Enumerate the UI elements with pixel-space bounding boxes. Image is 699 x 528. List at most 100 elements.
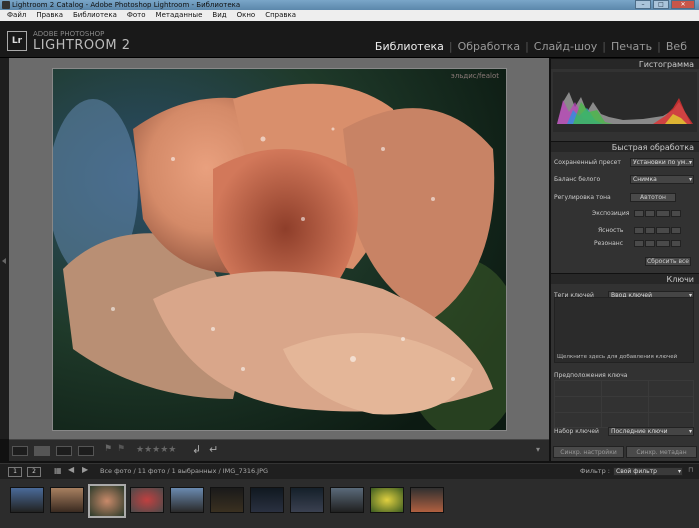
reject-flag-icon[interactable]: ⚑ xyxy=(117,444,125,454)
exposure-controls xyxy=(634,210,681,217)
rotate-left-icon[interactable]: ↲ xyxy=(192,443,201,456)
keyword-set-dropdown[interactable]: Последние ключи xyxy=(608,427,694,436)
rating-stars[interactable]: ★★★★★ xyxy=(136,445,176,455)
rotate-right-icon[interactable]: ↵ xyxy=(209,443,218,456)
grid-view-icon[interactable] xyxy=(12,446,28,456)
module-slideshow[interactable]: Слайд-шоу xyxy=(534,40,597,53)
histogram-graph xyxy=(557,92,693,124)
keyword-suggestions-grid[interactable] xyxy=(554,380,694,428)
module-web[interactable]: Веб xyxy=(666,40,687,53)
menu-file[interactable]: Файл xyxy=(2,10,31,21)
thumbnail[interactable] xyxy=(330,487,364,513)
module-print[interactable]: Печать xyxy=(611,40,652,53)
menu-photo[interactable]: Фото xyxy=(122,10,151,21)
saved-preset-dropdown[interactable]: Установки по ум... xyxy=(630,158,694,167)
filter-switch-icon[interactable]: ⊓ xyxy=(688,466,693,474)
survey-view-icon[interactable] xyxy=(78,446,94,456)
filmstrip-bar: 1 2 ▦ ◀ ▶ Все фото / 11 фото / 1 выбранн… xyxy=(0,463,699,479)
exposure-label: Экспозиция xyxy=(592,210,630,217)
keywording-header[interactable]: Ключи xyxy=(551,273,699,284)
secondary-window-button[interactable]: 2 xyxy=(27,467,41,477)
rose-image xyxy=(53,69,506,430)
histogram-header[interactable]: Гистограмма xyxy=(551,58,699,69)
maximize-button[interactable]: □ xyxy=(653,0,669,9)
window-title: Lightroom 2 Catalog - Adobe Photoshop Li… xyxy=(12,1,241,9)
grid-icon[interactable]: ▦ xyxy=(54,466,62,475)
vibrance-label: Резонанс xyxy=(594,240,623,247)
exposure-inc-large[interactable] xyxy=(671,210,681,217)
loupe-view-icon[interactable] xyxy=(34,446,50,456)
toolbar: ⚑ ⚑ ★★★★★ ↲ ↵ ▾ xyxy=(9,439,549,461)
exposure-inc[interactable] xyxy=(656,210,670,217)
vibrance-dec-large[interactable] xyxy=(634,240,644,247)
keyword-hint: Щелкните здесь для добавления ключей xyxy=(557,354,678,360)
menu-help[interactable]: Справка xyxy=(260,10,301,21)
lr-logo: Lr xyxy=(7,31,27,51)
module-library[interactable]: Библиотека xyxy=(375,40,444,53)
primary-window-button[interactable]: 1 xyxy=(8,467,22,477)
back-icon[interactable]: ◀ xyxy=(68,465,74,474)
thumbnail[interactable] xyxy=(50,487,84,513)
thumbnail[interactable] xyxy=(210,487,244,513)
module-develop[interactable]: Обработка xyxy=(458,40,520,53)
exposure-dec[interactable] xyxy=(645,210,655,217)
tone-row: Регулировка тона Автотон xyxy=(554,192,697,203)
vibrance-dec[interactable] xyxy=(645,240,655,247)
white-balance-dropdown[interactable]: Снимка xyxy=(630,175,694,184)
thumbnail[interactable] xyxy=(170,487,204,513)
saved-preset-row: Сохраненный пресет Установки по ум... xyxy=(554,157,697,168)
module-picker: Библиотека | Обработка | Слайд-шоу | Печ… xyxy=(375,40,687,53)
thumbnail[interactable] xyxy=(130,487,164,513)
toolbar-options-icon[interactable]: ▾ xyxy=(536,445,540,454)
exposure-dec-large[interactable] xyxy=(634,210,644,217)
clarity-inc-large[interactable] xyxy=(671,227,681,234)
thumbnail[interactable] xyxy=(10,487,44,513)
clarity-inc[interactable] xyxy=(656,227,670,234)
sync-settings-button[interactable]: Синхр. настройки xyxy=(553,446,624,458)
menu-view[interactable]: Вид xyxy=(207,10,231,21)
keyword-set-row: Набор ключей Последние ключи xyxy=(554,426,697,437)
thumbnail[interactable] xyxy=(250,487,284,513)
forward-icon[interactable]: ▶ xyxy=(82,465,88,474)
main-photo[interactable]: эльдис/fealot xyxy=(52,68,507,431)
auto-tone-button[interactable]: Автотон xyxy=(630,193,676,202)
clarity-dec-large[interactable] xyxy=(634,227,644,234)
reset-all-button[interactable]: Сбросить все xyxy=(645,257,691,266)
menu-window[interactable]: Окно xyxy=(232,10,261,21)
app-icon xyxy=(2,1,10,9)
module-separator: | xyxy=(602,40,606,53)
keyword-set-label: Набор ключей xyxy=(554,428,599,435)
menu-library[interactable]: Библиотека xyxy=(68,10,122,21)
close-button[interactable]: ✕ xyxy=(671,0,695,9)
thumbnail[interactable] xyxy=(410,487,444,513)
vibrance-inc-large[interactable] xyxy=(671,240,681,247)
source-path[interactable]: Все фото / 11 фото / 1 выбранных / IMG_7… xyxy=(100,467,268,475)
menu-metadata[interactable]: Метаданные xyxy=(151,10,208,21)
loupe-view: эльдис/fealot xyxy=(9,58,549,439)
menu-bar: Файл Правка Библиотека Фото Метаданные В… xyxy=(0,10,699,21)
white-balance-row: Баланс белого Снимка xyxy=(554,174,697,185)
thumbnail-selected[interactable] xyxy=(88,484,126,518)
thumbnail[interactable] xyxy=(370,487,404,513)
expand-left-icon[interactable] xyxy=(2,258,6,264)
quick-develop-header[interactable]: Быстрая обработка xyxy=(551,141,699,152)
clarity-dec[interactable] xyxy=(645,227,655,234)
exposure-row: Экспозиция xyxy=(554,208,697,219)
vibrance-inc[interactable] xyxy=(656,240,670,247)
clarity-row: Ясность xyxy=(554,225,697,236)
left-panel-collapsed[interactable] xyxy=(0,58,9,439)
compare-view-icon[interactable] xyxy=(56,446,72,456)
filter-label: Фильтр : xyxy=(580,467,610,475)
minimize-button[interactable]: – xyxy=(635,0,651,9)
thumbnail[interactable] xyxy=(290,487,324,513)
brand-line2: LIGHTROOM 2 xyxy=(33,38,131,53)
title-bar: Lightroom 2 Catalog - Adobe Photoshop Li… xyxy=(0,0,699,10)
sync-metadata-button[interactable]: Синхр. метадан xyxy=(626,446,697,458)
clarity-label: Ясность xyxy=(598,227,624,234)
menu-edit[interactable]: Правка xyxy=(31,10,68,21)
module-separator: | xyxy=(657,40,661,53)
filter-dropdown[interactable]: Свой фильтр xyxy=(613,467,683,476)
sync-buttons: Синхр. настройки Синхр. метадан xyxy=(551,444,699,460)
flag-icon[interactable]: ⚑ xyxy=(104,444,112,454)
histogram xyxy=(553,72,697,132)
